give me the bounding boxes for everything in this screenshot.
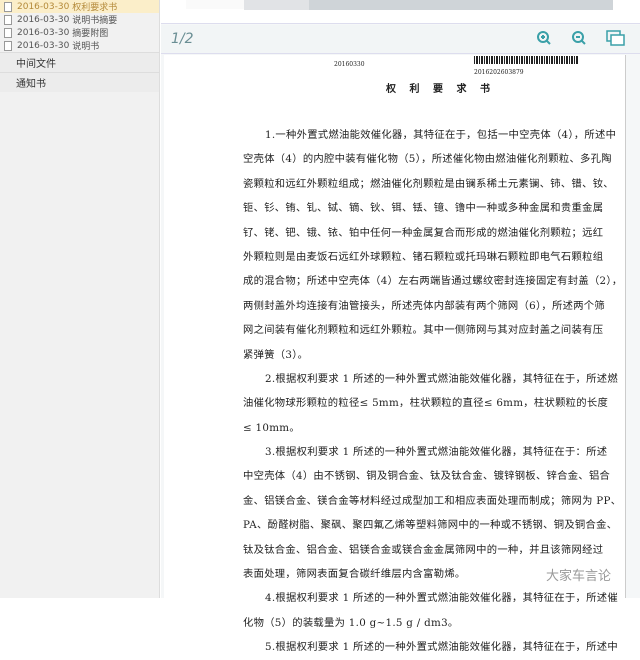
file-item[interactable]: 2016-03-30 说明书	[0, 39, 159, 52]
file-list: 2016-03-30 权利要求书 2016-03-30 说明书摘要 2016-03-…	[0, 0, 159, 52]
document-icon	[4, 14, 12, 25]
group-notices[interactable]: 通知书	[0, 72, 159, 92]
text-line: 两侧封盖外均连接有油管接头，所述壳体内部装有两个筛网（6），所述两个筛	[243, 299, 605, 312]
text-line: 钌、铑、钯、锇、铱、铂中任何一种金属复合而形成的燃油催化剂颗粒；远红	[243, 226, 604, 239]
file-date: 2016-03-30	[17, 40, 70, 51]
file-item[interactable]: 2016-03-30 权利要求书	[0, 0, 159, 13]
text-line: 网之间装有催化剂颗粒和远红外颗粒。其中一侧筛网与其对应封盖之间装有压	[243, 324, 604, 337]
text-line: 钷、钐、铕、钆、铽、镝、钬、铒、铥、镱、镥中一种或多种金属和贵重金属	[243, 202, 604, 215]
file-date: 2016-03-30	[17, 27, 70, 38]
text-line: 紧弹簧（3）。	[243, 348, 309, 361]
barcode	[474, 56, 579, 64]
view-mode-icon[interactable]	[606, 30, 626, 50]
application-number: 2016202603879	[474, 69, 524, 76]
file-item[interactable]: 2016-03-30 说明书摘要	[0, 13, 159, 26]
file-name: 说明书	[72, 42, 100, 52]
document-viewer: 1/2 20160330 2016202603879 权 利 要 求 书 1.一…	[161, 0, 640, 653]
text-line: 3.根据权利要求 1 所述的一种外置式燃油能效催化器，其特征在于：所述	[265, 446, 608, 459]
document-body: 1.一种外置式燃油能效催化器，其特征在于，包括一中空壳体（4），所述中空壳体（4…	[243, 123, 623, 660]
group-intermediate-files[interactable]: 中间文件	[0, 52, 159, 72]
text-line: 瓷颗粒和远红外颗粒组成；燃油催化剂颗粒是由镧系稀土元素镧、铈、镨、钕、	[243, 177, 614, 190]
sidebar: 2016-03-30 权利要求书 2016-03-30 说明书摘要 2016-03-…	[0, 0, 160, 598]
thumbnail[interactable]	[309, 0, 613, 10]
file-name: 摘要附图	[72, 29, 109, 39]
page-indicator: 1/2	[171, 31, 194, 47]
file-date: 2016-03-30	[17, 14, 70, 25]
text-line: 空壳体（4）的内腔中装有催化物（5），所述催化物由燃油催化剂颗粒、多孔陶	[243, 153, 612, 166]
text-line: 表面处理，筛网表面复合碳纤维层内含富勒烯。	[243, 568, 466, 581]
text-line: 中空壳体（4）由不锈钢、铜及铜合金、钛及钛合金、镀锌钢板、锌合金、铝合	[243, 470, 611, 483]
text-line: 1.一种外置式燃油能效催化器，其特征在于，包括一中空壳体（4），所述中	[265, 129, 617, 141]
viewer-toolbar: 1/2	[161, 25, 640, 54]
zoom-in-icon[interactable]	[536, 30, 552, 50]
text-line: 成的混合物；所述中空壳体（4）左右两端皆通过螺纹密封连接固定有封盖（2），	[243, 275, 623, 288]
text-line: 外颗粒则是由麦饭石远红外球颗粒、锗石颗粒或托玛琳石颗粒即电气石颗粒组	[243, 250, 604, 263]
text-line: ≤ 10mm。	[243, 421, 300, 434]
file-date: 2016-03-30	[17, 1, 70, 12]
filing-date: 20160330	[334, 61, 365, 68]
document-page: 20160330 2016202603879 权 利 要 求 书 1.一种外置式…	[164, 55, 626, 653]
document-title: 权 利 要 求 书	[386, 84, 495, 95]
text-line: 4.根据权利要求 1 所述的一种外置式燃油能效催化器，其特征在于，所述催	[265, 592, 618, 605]
thumbnail[interactable]	[186, 0, 244, 9]
document-icon	[4, 1, 12, 12]
file-name: 说明书摘要	[72, 16, 118, 26]
zoom-out-icon[interactable]	[571, 30, 587, 50]
text-line: 油催化物球形颗粒的粒径≤ 5mm，柱状颗粒的直径≤ 6mm，柱状颗粒的长度	[243, 397, 609, 410]
file-item[interactable]: 2016-03-30 摘要附图	[0, 26, 159, 39]
text-line: 金、铝镁合金、镁合金等材料经过成型加工和相应表面处理而制成；筛网为 PP、	[243, 494, 622, 507]
text-line: 化物（5）的装载量为 1.0 g~1.5 g / dm3。	[243, 616, 459, 629]
text-line: 2.根据权利要求 1 所述的一种外置式燃油能效催化器，其特征在于，所述燃	[265, 372, 618, 385]
document-icon	[4, 40, 12, 51]
thumbnail[interactable]	[244, 0, 309, 10]
file-name: 权利要求书	[72, 3, 118, 13]
text-line: 5.根据权利要求 1 所述的一种外置式燃油能效催化器，其特征在于，所述中	[265, 641, 618, 654]
text-line: 钛及钛合金、铝合金、铝镁合金或镁合金金属筛网中的一种，并且该筛网经过	[243, 543, 604, 556]
text-line: PA、酚醛树脂、聚砜、聚四氟乙烯等塑料筛网中的一种或不锈钢、铜及铜合金、	[243, 519, 618, 532]
watermark: 大家车言论	[545, 569, 611, 584]
document-icon	[4, 27, 12, 38]
thumbnail-strip[interactable]	[161, 0, 640, 24]
